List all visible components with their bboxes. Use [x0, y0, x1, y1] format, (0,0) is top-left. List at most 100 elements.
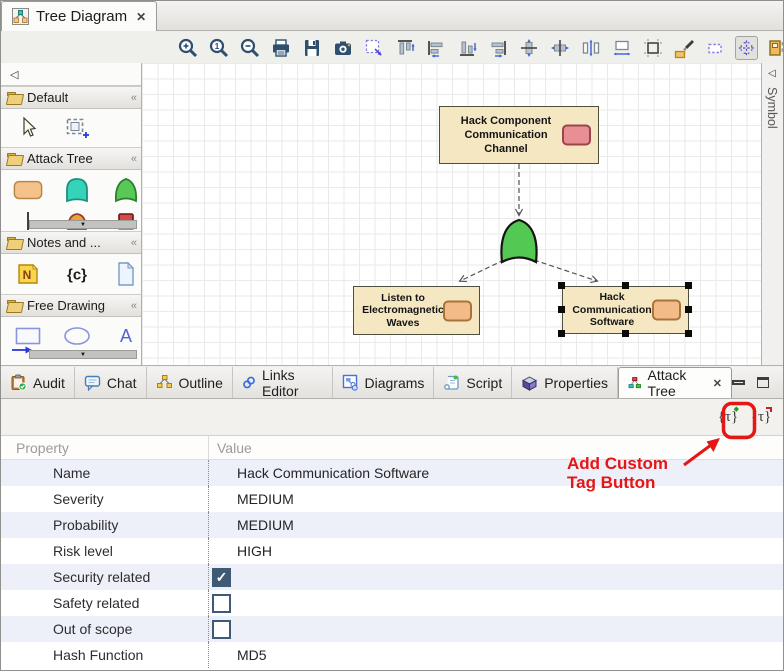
node-badge[interactable] — [443, 300, 472, 321]
tab-label: Outline — [179, 375, 223, 391]
pin-icon[interactable]: « — [131, 300, 135, 312]
palette-section-attack-tree[interactable]: Attack Tree « — [1, 147, 141, 170]
palette-scroll-down[interactable]: ▼ — [29, 350, 137, 359]
tab-properties[interactable]: Properties — [512, 367, 618, 398]
edge-gate-to-right[interactable] — [534, 260, 597, 281]
table-row[interactable]: Risk levelHIGH — [1, 538, 783, 564]
selection-handle[interactable] — [622, 282, 629, 289]
column-property[interactable]: Property — [1, 436, 209, 459]
save-icon[interactable] — [301, 36, 323, 60]
edge-gate-to-left[interactable] — [460, 260, 504, 281]
align-right-icon[interactable] — [487, 36, 509, 60]
palette-scroll-down[interactable]: ▼ — [29, 220, 137, 229]
and-gate-tool[interactable] — [62, 177, 92, 203]
align-bottom-icon[interactable] — [456, 36, 478, 60]
maximize-icon[interactable] — [757, 377, 769, 388]
column-value[interactable]: Value — [209, 440, 252, 456]
selection-handle[interactable] — [558, 306, 565, 313]
selection-handle[interactable] — [622, 330, 629, 337]
note-tool[interactable]: N — [13, 262, 43, 286]
table-row[interactable]: Out of scope — [1, 616, 783, 642]
palette-section-free-drawing[interactable]: Free Drawing « — [1, 294, 141, 317]
property-value-cell[interactable]: ✓ — [209, 564, 783, 590]
selection-handle[interactable] — [685, 282, 692, 289]
table-row[interactable]: ProbabilityMEDIUM — [1, 512, 783, 538]
pin-icon[interactable]: « — [131, 153, 135, 165]
node-tool[interactable] — [13, 178, 43, 202]
property-value-cell[interactable] — [209, 616, 783, 642]
checkbox[interactable]: ✓ — [212, 568, 231, 587]
palette-collapse-icon[interactable]: ◁ — [10, 68, 18, 81]
app-window: Tree Diagram ✕ 1 — [0, 0, 784, 671]
pin-icon[interactable]: « — [131, 92, 135, 104]
table-row[interactable]: SeverityMEDIUM — [1, 486, 783, 512]
align-left-icon[interactable] — [425, 36, 447, 60]
property-value-cell[interactable]: MEDIUM — [209, 512, 783, 538]
node-badge[interactable] — [652, 300, 681, 321]
symbol-collapse-icon[interactable]: ◁ — [768, 68, 776, 79]
print-icon[interactable] — [270, 36, 292, 60]
table-row[interactable]: NameHack Communication Software — [1, 460, 783, 486]
close-icon[interactable]: ✕ — [136, 10, 146, 24]
snapshot-icon[interactable] — [332, 36, 354, 60]
zoom-original-icon[interactable]: 1 — [208, 36, 230, 60]
marquee-tool[interactable] — [62, 116, 92, 140]
property-value-cell[interactable]: MEDIUM — [209, 486, 783, 512]
table-row[interactable]: Hash FunctionMD5 — [1, 642, 783, 668]
tab-attack-tree[interactable]: Attack Tree ✕ — [618, 367, 732, 398]
checkbox[interactable] — [212, 594, 231, 613]
zoom-in-icon[interactable] — [177, 36, 199, 60]
node-hack-communication-software[interactable]: Hack Communication Software — [562, 286, 689, 334]
checkbox[interactable] — [212, 620, 231, 639]
minimize-icon[interactable] — [732, 380, 745, 385]
tab-chat[interactable]: Chat — [75, 367, 147, 398]
remove-custom-tag-button[interactable]: {τ} — [749, 405, 773, 430]
document-tool[interactable] — [111, 261, 141, 287]
constraint-tool[interactable]: {c} — [62, 262, 92, 286]
table-row[interactable]: Security related✓ — [1, 564, 783, 590]
symbol-panel-label: Symbol — [765, 87, 779, 129]
symbols-view-icon[interactable] — [767, 36, 784, 60]
selection-handle[interactable] — [558, 330, 565, 337]
selection-handle[interactable] — [685, 330, 692, 337]
folder-icon — [7, 300, 22, 312]
property-value-cell[interactable]: HIGH — [209, 538, 783, 564]
node-listen-to-electromagnetic-waves[interactable]: Listen to Electromagnetic Waves — [353, 286, 480, 335]
match-width-icon[interactable] — [611, 36, 633, 60]
add-custom-tag-button[interactable]: {τ} ◆ — [716, 405, 740, 430]
distribute-middle-icon[interactable] — [518, 36, 540, 60]
node-badge[interactable] — [562, 125, 591, 146]
tab-tree-diagram[interactable]: Tree Diagram ✕ — [1, 1, 157, 31]
distribute-center-icon[interactable] — [549, 36, 571, 60]
palette-section-notes[interactable]: Notes and ... « — [1, 231, 141, 254]
property-value-cell[interactable]: Hack Communication Software — [209, 460, 783, 486]
match-height-icon[interactable] — [580, 36, 602, 60]
diagram-canvas[interactable]: Hack Component Communication Channel Lis… — [142, 63, 761, 365]
align-top-icon[interactable] — [394, 36, 416, 60]
tab-diagrams[interactable]: Diagrams — [333, 367, 435, 398]
palette-section-default[interactable]: Default « — [1, 86, 141, 109]
scroll-down-icon: ▼ — [80, 222, 86, 228]
zoom-out-icon[interactable] — [239, 36, 261, 60]
close-icon[interactable]: ✕ — [713, 377, 722, 390]
selection-handle[interactable] — [685, 306, 692, 313]
node-hack-component-communication-channel[interactable]: Hack Component Communication Channel — [439, 106, 599, 164]
tab-links-editor[interactable]: Links Editor — [233, 367, 333, 398]
select-tool[interactable] — [13, 116, 43, 140]
format-paint-icon[interactable] — [673, 36, 695, 60]
tab-audit[interactable]: Audit — [1, 367, 75, 398]
table-row[interactable]: Safety related — [1, 590, 783, 616]
tab-script[interactable]: Script — [434, 367, 512, 398]
auto-size-icon[interactable] — [642, 36, 664, 60]
property-value-cell[interactable]: MD5 — [209, 642, 783, 668]
or-gate[interactable] — [501, 220, 536, 262]
marquee-zoom-icon[interactable] — [363, 36, 385, 60]
or-gate-tool[interactable] — [111, 177, 141, 203]
grid-toggle-icon[interactable] — [735, 36, 758, 60]
pin-icon[interactable]: « — [131, 237, 135, 249]
snap-geometry-icon[interactable] — [704, 36, 726, 60]
property-value-cell[interactable] — [209, 590, 783, 616]
selection-handle[interactable] — [558, 282, 565, 289]
symbol-panel-collapsed[interactable]: ◁ Symbol — [761, 63, 783, 365]
tab-outline[interactable]: Outline — [147, 367, 233, 398]
